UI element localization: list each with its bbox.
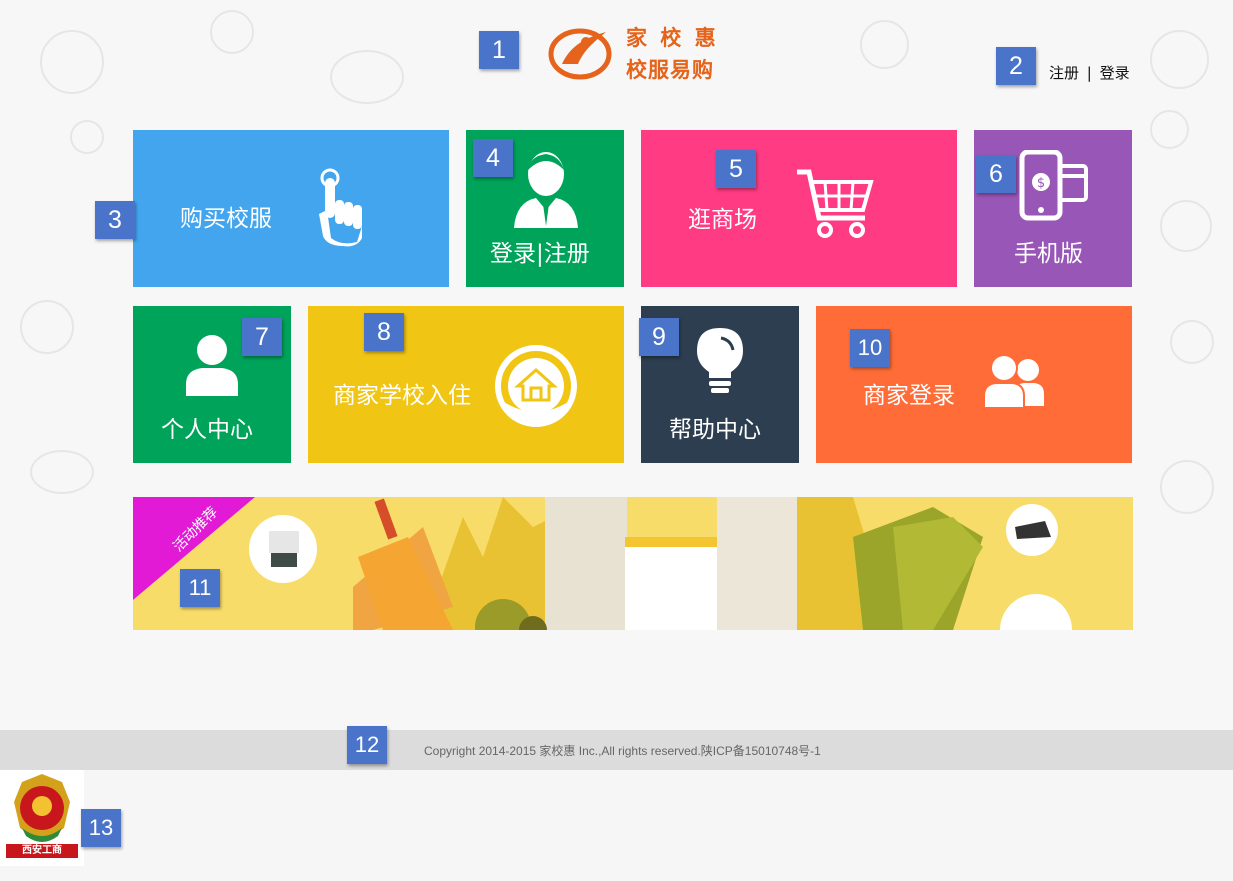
seal-label: 西安工商 [22,845,62,856]
hand-pointer-icon [319,168,362,247]
tile-login-register-label: 登录|注册 [490,241,590,267]
shopping-cart-icon [797,169,874,238]
badge-4: 4 [473,139,513,177]
tile-mall[interactable]: 逛商场 [641,130,957,287]
person-icon [186,335,238,396]
auth-separator: | [1086,64,1092,82]
svg-text:$: $ [1037,176,1045,191]
user-suit-icon [514,152,578,228]
badge-12: 12 [347,726,387,764]
logo-swoosh-icon [548,28,612,80]
badge-9: 9 [639,318,679,356]
tile-mall-label: 逛商场 [688,207,757,233]
login-link[interactable]: 登录 [1100,64,1130,82]
badge-11: 11 [180,569,220,607]
badge-1: 1 [479,31,519,69]
business-license-seal[interactable]: 西安工商 [0,770,84,866]
promo-banner[interactable]: 活动推荐 [133,497,1133,630]
users-icon [983,354,1044,409]
tile-help-center-label: 帮助中心 [669,417,761,443]
copyright-text: Copyright 2014-2015 家校惠 Inc.,All rights … [424,744,821,758]
badge-6: 6 [976,155,1016,193]
tile-mobile-label: 手机版 [1014,241,1083,267]
mobile-payment-icon: $ [1019,150,1088,221]
footer-bar: Copyright 2014-2015 家校惠 Inc.,All rights … [0,730,1233,770]
tile-buy-uniform[interactable]: 购买校服 [133,130,449,287]
site-logo[interactable]: 家 校 惠 校服易购 [548,20,723,84]
auth-links: 注册 | 登录 [1049,62,1130,83]
tile-buy-uniform-label: 购买校服 [180,206,272,232]
badge-7: 7 [242,318,282,356]
badge-8: 8 [364,313,404,351]
lightbulb-icon [697,328,743,393]
tile-mobile[interactable]: $ 手机版 [974,130,1132,287]
badge-10: 10 [850,329,890,367]
register-link[interactable]: 注册 [1049,64,1079,82]
city-illustration [249,497,1072,630]
tile-merchant-school-join-label: 商家学校入住 [333,383,471,409]
logo-subtitle: 校服易购 [626,58,714,82]
badge-13: 13 [81,809,121,847]
tile-merchant-login-label: 商家登录 [863,383,955,409]
badge-3: 3 [95,201,135,239]
tile-personal-center-label: 个人中心 [161,417,253,443]
logo-title: 家 校 惠 [626,26,719,50]
badge-2: 2 [996,47,1036,85]
tile-merchant-school-join[interactable]: 商家学校入住 [308,306,624,463]
house-circle-icon [495,345,577,427]
badge-5: 5 [716,150,756,188]
